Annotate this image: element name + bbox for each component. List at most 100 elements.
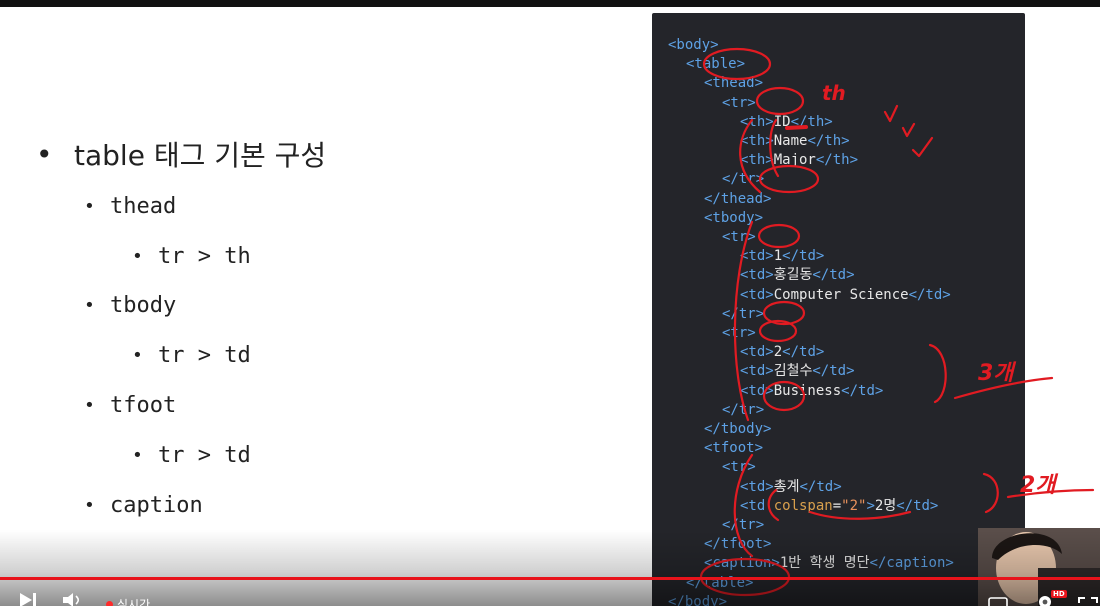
- code-token-tag: <th>: [740, 113, 774, 130]
- live-dot-icon: [106, 601, 113, 606]
- next-icon[interactable]: [18, 592, 38, 606]
- code-line: <table>: [686, 55, 745, 74]
- bullet-level-3: • tr > td: [132, 443, 251, 468]
- code-token-tag: </td>: [841, 382, 884, 399]
- code-line: <tr>: [722, 228, 756, 247]
- code-token-tag: <td>: [740, 478, 774, 495]
- live-label: 실시간: [117, 598, 151, 606]
- subtitles-icon[interactable]: [988, 594, 1008, 606]
- progress-bar[interactable]: [0, 577, 1100, 580]
- code-line: </tr>: [722, 401, 764, 420]
- code-line: <tr>: [722, 324, 756, 343]
- annotation-count-2: 2개: [1020, 473, 1059, 498]
- code-line: <thead>: [704, 74, 763, 93]
- bullet-marker: •: [84, 295, 95, 316]
- code-token-txt: Business: [773, 382, 842, 399]
- code-line: <body>: [668, 36, 719, 55]
- bullet-marker: •: [84, 395, 95, 416]
- code-token-tag: </td>: [799, 478, 842, 495]
- code-token-tag: <td: [740, 497, 774, 514]
- code-token-txt: 2명: [874, 497, 897, 514]
- code-token-tag: <tbody>: [704, 209, 764, 226]
- code-token-tag: <th>: [740, 133, 774, 149]
- code-line: <th>Name</th>: [740, 132, 850, 151]
- code-token-tag: </tr>: [722, 305, 765, 322]
- code-token-tag: </td>: [782, 344, 825, 361]
- code-token-txt: Major: [773, 152, 816, 169]
- code-token-str: "2": [841, 497, 867, 514]
- code-token-tag: <tr>: [722, 325, 756, 341]
- code-token-tag: </td>: [812, 363, 855, 380]
- code-token-tag: <tr>: [722, 94, 756, 111]
- hd-badge: HD: [1051, 590, 1067, 598]
- bullet-marker: •: [132, 345, 143, 366]
- code-line: <tr>: [722, 94, 756, 113]
- bullet-marker: •: [132, 445, 143, 466]
- code-token-tag: <td>: [740, 344, 774, 361]
- code-token-tag: </td>: [782, 248, 825, 265]
- code-line: <th>ID</th>: [740, 113, 833, 132]
- code-token-tag: <td>: [740, 267, 774, 284]
- code-token-tag: </td>: [908, 286, 951, 303]
- code-line: <td>1</td>: [740, 247, 824, 266]
- bullet-marker: •: [84, 495, 95, 516]
- bullet-level-3: • tr > th: [132, 244, 251, 269]
- code-token-tag: <th>: [740, 152, 774, 169]
- code-token-tag: <body>: [668, 37, 719, 53]
- volume-icon[interactable]: [62, 592, 82, 606]
- code-token-tag: <tfoot>: [704, 440, 764, 457]
- bullet-text: tfoot: [110, 393, 177, 418]
- bullet-level-2: • thead: [84, 194, 176, 219]
- bullet-text: caption: [110, 493, 203, 518]
- bullet-text: table 태그 기본 구성: [74, 139, 327, 172]
- code-token-tag: <tr>: [722, 459, 756, 476]
- code-token-tag: </th>: [807, 133, 850, 149]
- bullet-marker: •: [84, 196, 95, 217]
- code-token-txt: 홍길동: [773, 267, 813, 284]
- code-line: </tr>: [722, 305, 764, 324]
- bullet-level-1: • table 태그 기본 구성: [36, 134, 326, 174]
- code-token-tag: </tr>: [722, 171, 765, 188]
- code-line: </tbody>: [704, 420, 771, 439]
- bullet-level-3: • tr > td: [132, 343, 251, 368]
- code-token-tag: <tr>: [722, 229, 756, 245]
- code-line: </thead>: [704, 190, 771, 209]
- code-token-tag: <td>: [740, 286, 774, 303]
- code-line: <td colspan="2">2명</td>: [740, 497, 938, 516]
- code-line: <td>2</td>: [740, 343, 824, 362]
- code-token-txt: =: [832, 497, 842, 514]
- code-token-tag: </td>: [896, 497, 939, 514]
- bullet-marker: •: [132, 246, 143, 267]
- code-line: <th>Major</th>: [740, 151, 858, 170]
- code-token-tag: <td>: [740, 363, 774, 380]
- code-token-tag: <table>: [686, 56, 746, 73]
- code-token-txt: 1: [773, 248, 783, 265]
- code-token-txt: 총계: [773, 478, 800, 495]
- live-indicator[interactable]: 실시간: [106, 596, 150, 606]
- code-line: <tr>: [722, 458, 756, 477]
- code-token-tag: </th>: [790, 113, 833, 130]
- code-token-tag: >: [866, 497, 875, 514]
- fullscreen-icon[interactable]: [1078, 594, 1098, 606]
- code-line: <td>총계</td>: [740, 478, 842, 497]
- code-token-tag: <thead>: [704, 75, 764, 92]
- player-controls-gradient: [0, 530, 1100, 606]
- code-line: <tbody>: [704, 209, 763, 228]
- code-token-tag: <td>: [740, 382, 774, 399]
- bullet-text: tr > td: [158, 343, 251, 368]
- code-line: <td>Business</td>: [740, 382, 883, 401]
- bullet-text: tr > th: [158, 244, 251, 269]
- code-token-attr: colspan: [773, 497, 833, 514]
- bullet-text: thead: [110, 194, 177, 219]
- code-token-txt: 김철수: [773, 363, 813, 380]
- code-panel: <body> <table> <thead> <tr> <th>ID</th> <th>N…: [652, 13, 1025, 606]
- code-token-tag: </tr>: [722, 401, 765, 418]
- code-token-tag: <td>: [740, 248, 774, 265]
- code-token-tag: </thead>: [704, 190, 772, 207]
- code-line: <td>Computer Science</td>: [740, 286, 951, 305]
- code-line: <td>홍길동</td>: [740, 266, 855, 285]
- code-line: <td>김철수</td>: [740, 362, 855, 381]
- bullet-text: tr > td: [158, 443, 251, 468]
- code-line: <tfoot>: [704, 439, 763, 458]
- code-token-txt: 2: [773, 344, 783, 361]
